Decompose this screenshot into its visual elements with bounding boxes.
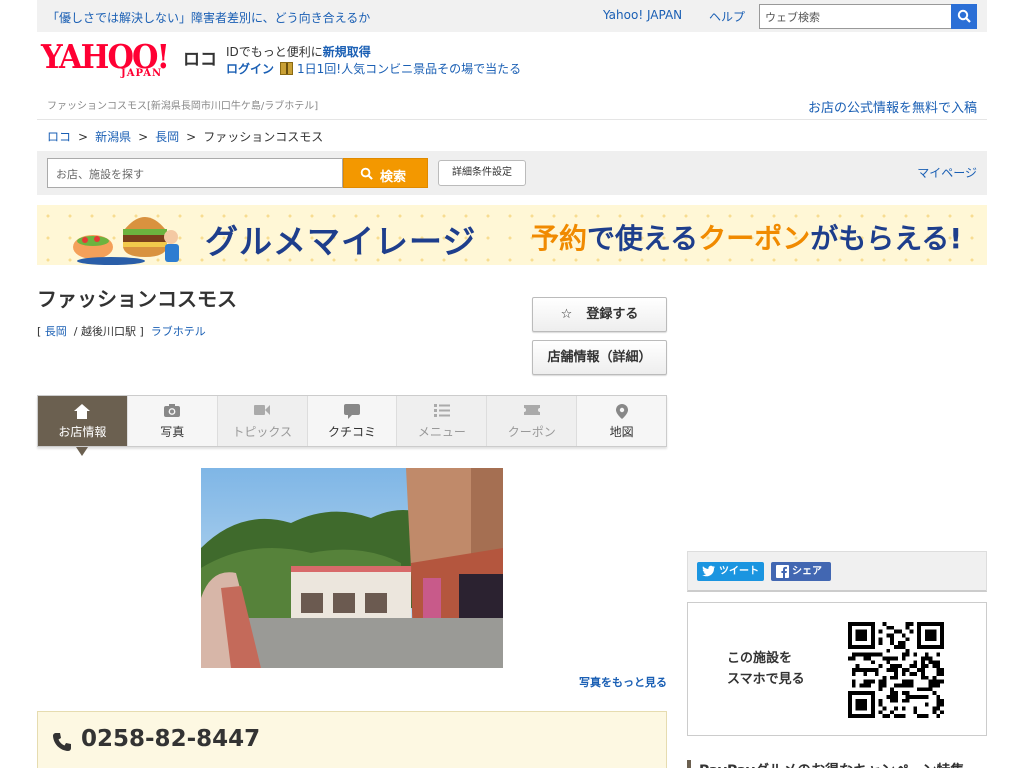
comment-icon	[344, 404, 360, 419]
more-photos-link[interactable]: 写真をもっと見る	[579, 674, 667, 690]
tab-label: クーポン	[507, 425, 556, 439]
shop-photo[interactable]	[201, 468, 503, 668]
hotel-photo-illustration	[201, 468, 503, 668]
qr-code-box: この施設を スマホで見る	[687, 602, 987, 736]
tab-label: 地図	[609, 425, 634, 439]
campaign-promo-link[interactable]: 1日1回!人気コンビニ景品その場で当たる	[297, 62, 521, 76]
service-name[interactable]: ロコ	[183, 45, 217, 70]
breadcrumb-loco[interactable]: ロコ	[47, 130, 71, 144]
yahoo-logo[interactable]: YAHOO! JAPAN	[41, 40, 181, 80]
tab-label: メニュー	[417, 425, 466, 439]
breadcrumb-niigata[interactable]: 新潟県	[95, 130, 131, 144]
search-icon	[957, 9, 971, 23]
id-promo-text: IDでもっと便利に	[226, 45, 323, 59]
gourmet-mileage-banner[interactable]: グルメマイレージ 予約で使えるクーポンがもらえる!	[37, 205, 987, 265]
qr-caption-line2: スマホで見る	[727, 672, 805, 687]
phone-number[interactable]: 0258-82-8447	[81, 726, 260, 752]
gift-icon	[280, 62, 294, 75]
map-pin-icon	[615, 404, 628, 419]
tab-shop-info[interactable]: お店情報	[38, 396, 128, 456]
facebook-share-button[interactable]: シェア	[771, 562, 831, 581]
breadcrumb-current: ファッションコスモス	[203, 130, 324, 144]
page-meta: ファッションコスモス[新潟県長岡市川口牛ケ島/ラブホテル]	[47, 101, 319, 112]
banner-tag-2: で使える	[587, 222, 699, 255]
tab-label: お店情報	[58, 425, 107, 439]
phone-box: 0258-82-8447	[37, 711, 667, 768]
ticket-icon	[523, 405, 540, 415]
shop-tabs: お店情報 写真 トピックス クチコミ メニュー クーポン 地図	[37, 395, 667, 456]
area-link[interactable]: 長岡	[45, 325, 67, 338]
tab-topics[interactable]: トピックス	[217, 396, 308, 446]
tweet-label: ツイート	[719, 566, 759, 577]
yahoo-japan-link[interactable]: Yahoo! JAPAN	[603, 8, 682, 22]
star-icon: ☆	[560, 307, 573, 322]
banner-tag-3: クーポン	[698, 222, 811, 255]
facebook-icon	[776, 565, 789, 578]
banner-title: グルメマイレージ	[205, 222, 477, 261]
share-bar: ツイート シェア	[687, 551, 987, 592]
tweet-button[interactable]: ツイート	[697, 562, 764, 581]
banner-tag-4: がもらえる!	[810, 222, 963, 255]
register-shop-button[interactable]: ☆ 登録する	[532, 297, 667, 332]
list-icon	[433, 404, 450, 417]
tab-label: トピックス	[232, 425, 292, 439]
tab-menu[interactable]: メニュー	[397, 396, 488, 446]
login-link[interactable]: ログイン	[226, 62, 274, 76]
free-post-link[interactable]: お店の公式情報を無料で入稿	[808, 97, 977, 116]
qr-caption-line1: この施設を	[727, 651, 793, 666]
divider	[37, 119, 987, 120]
qr-caption: この施設を スマホで見る	[727, 648, 805, 690]
share-label: シェア	[792, 566, 822, 577]
tab-label: クチコミ	[328, 425, 377, 439]
shop-subinfo: [ 長岡 / 越後川口駅 ] ラブホテル	[37, 325, 206, 338]
phone-icon	[53, 733, 71, 751]
news-notice-link[interactable]: 「優しさでは解決しない」障害者差別に、どう向き合えるか	[47, 9, 370, 26]
campaign-heading[interactable]: PayPayグルメのお得なキャンペーン特集	[687, 760, 987, 768]
twitter-icon	[702, 565, 715, 577]
station-text: / 越後川口駅	[73, 325, 136, 338]
category-link[interactable]: ラブホテル	[151, 325, 206, 338]
shop-search-button-label: 検索	[380, 170, 407, 185]
qr-code-icon	[848, 622, 944, 718]
web-search-button[interactable]	[951, 4, 977, 29]
home-icon	[74, 404, 91, 419]
breadcrumb-nagaoka[interactable]: 長岡	[155, 130, 179, 144]
tab-map[interactable]: 地図	[577, 396, 666, 446]
logo-sub: JAPAN	[121, 68, 163, 79]
register-shop-label: 登録する	[586, 307, 639, 322]
breadcrumb: ロコ > 新潟県 > 長岡 > ファッションコスモス	[47, 130, 324, 144]
login-line: ログイン 1日1回!人気コンビニ景品その場で当たる	[226, 60, 521, 77]
mypage-link[interactable]: マイページ	[917, 164, 977, 181]
banner-tag-1: 予約	[531, 222, 588, 255]
register-link[interactable]: 新規取得	[323, 45, 371, 59]
camera-icon	[164, 404, 181, 417]
help-link[interactable]: ヘルプ	[709, 8, 745, 25]
search-icon	[360, 167, 373, 180]
burger-illustration-icon	[73, 217, 179, 265]
banner-tagline: 予約で使えるクーポンがもらえる!	[531, 217, 962, 257]
video-icon	[254, 405, 271, 415]
shop-search-input[interactable]: お店、施設を探す	[47, 158, 343, 188]
tab-photos[interactable]: 写真	[128, 396, 218, 446]
web-search-input[interactable]: ウェブ検索	[759, 4, 952, 29]
tab-label: 写真	[160, 425, 185, 439]
advanced-search-button[interactable]: 詳細条件設定	[438, 160, 526, 186]
top-bar: 「優しさでは解決しない」障害者差別に、どう向き合えるか Yahoo! JAPAN…	[37, 0, 987, 32]
tab-reviews[interactable]: クチコミ	[308, 396, 398, 446]
shop-search-button[interactable]: 検索	[343, 158, 428, 188]
shop-detail-button[interactable]: 店舗情報（詳細）	[532, 340, 667, 375]
tab-coupon[interactable]: クーポン	[487, 396, 578, 446]
id-promo: IDでもっと便利に新規取得	[226, 43, 371, 60]
shop-search-bar: お店、施設を探す 検索 詳細条件設定 マイページ	[37, 151, 987, 195]
page-title: ファッションコスモス	[37, 287, 237, 311]
